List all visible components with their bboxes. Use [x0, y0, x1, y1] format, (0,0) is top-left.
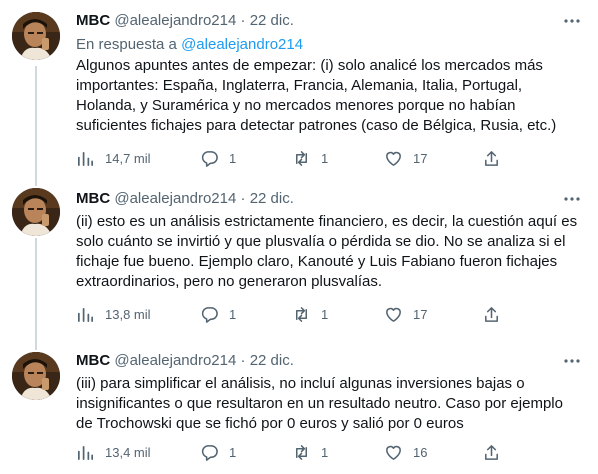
tweet[interactable]: MBC @alealejandro214 · 22 dic. En respue… — [0, 0, 598, 172]
share-button[interactable] — [482, 304, 501, 324]
retweet-count: 1 — [321, 306, 329, 322]
user-handle[interactable]: @alealejandro214 — [114, 352, 236, 369]
reply-count: 1 — [229, 444, 237, 460]
like-button[interactable]: 17 — [384, 304, 427, 324]
like-count: 16 — [413, 444, 428, 460]
tweet-header: MBC @alealejandro214 · 22 dic. — [76, 351, 558, 371]
more-icon[interactable] — [562, 11, 582, 31]
reply-count: 1 — [229, 306, 237, 322]
views-count: 13,8 mil — [105, 306, 151, 322]
reply-icon — [201, 444, 218, 461]
reply-count: 1 — [229, 150, 237, 166]
retweet-count: 1 — [321, 150, 329, 166]
retweet-count: 1 — [321, 444, 329, 460]
retweet-icon — [295, 444, 308, 460]
views-count: 13,4 mil — [105, 444, 151, 460]
user-handle[interactable]: @alealejandro214 — [114, 190, 236, 207]
reply-icon — [201, 306, 218, 323]
retweet-icon — [295, 306, 308, 322]
more-icon[interactable] — [562, 351, 582, 371]
thread-connector — [35, 338, 37, 350]
tweet-text: (ii) esto es un análisis estrictamente f… — [76, 213, 578, 290]
display-name[interactable]: MBC — [76, 12, 110, 29]
tweet-date[interactable]: 22 dic. — [250, 12, 294, 29]
share-icon — [485, 150, 498, 166]
tweet-text: (iii) para simplificar el análisis, no i… — [76, 375, 563, 432]
analytics-icon — [77, 151, 94, 166]
heart-icon — [386, 445, 401, 460]
views-button[interactable]: 14,7 mil — [76, 148, 151, 168]
tweet[interactable]: MBC @alealejandro214 · 22 dic. (ii) esto… — [0, 172, 598, 338]
more-icon[interactable] — [562, 189, 582, 209]
display-name[interactable]: MBC — [76, 190, 110, 207]
reply-button[interactable]: 1 — [200, 148, 236, 168]
like-button[interactable]: 16 — [384, 442, 427, 462]
retweet-icon — [295, 150, 308, 166]
avatar-image — [12, 188, 60, 236]
thread-connector — [35, 238, 37, 338]
views-count: 14,7 mil — [105, 150, 151, 166]
tweet-date[interactable]: 22 dic. — [250, 352, 294, 369]
like-count: 17 — [413, 150, 428, 166]
share-button[interactable] — [482, 442, 501, 462]
share-button[interactable] — [482, 148, 501, 168]
views-button[interactable]: 13,4 mil — [76, 442, 151, 462]
reply-prefix: En respuesta a — [76, 36, 177, 53]
retweet-button[interactable]: 1 — [292, 304, 328, 324]
tweet-actions: 13,8 mil 1 1 17 — [68, 304, 508, 324]
separator-dot: · — [240, 12, 246, 29]
like-count: 17 — [413, 306, 428, 322]
analytics-icon — [77, 307, 94, 322]
share-icon — [485, 306, 498, 322]
retweet-button[interactable]: 1 — [292, 442, 328, 462]
reply-context: En respuesta a @alealejandro214 — [76, 35, 303, 55]
analytics-icon — [77, 445, 94, 460]
like-button[interactable]: 17 — [384, 148, 427, 168]
reply-button[interactable]: 1 — [200, 304, 236, 324]
reply-handle-link[interactable]: @alealejandro214 — [181, 36, 303, 53]
reply-icon — [201, 150, 218, 167]
tweet-actions: 14,7 mil 1 1 17 — [68, 148, 508, 168]
thread-connector — [35, 172, 37, 186]
share-icon — [485, 444, 498, 460]
reply-button[interactable]: 1 — [200, 442, 236, 462]
tweet-header: MBC @alealejandro214 · 22 dic. — [76, 11, 558, 31]
separator-dot: · — [240, 190, 246, 207]
thread-timeline: MBC @alealejandro214 · 22 dic. En respue… — [0, 0, 598, 474]
display-name[interactable]: MBC — [76, 352, 110, 369]
tweet-text: Algunos apuntes antes de empezar: (i) so… — [76, 57, 557, 134]
user-handle[interactable]: @alealejandro214 — [114, 12, 236, 29]
tweet[interactable]: MBC @alealejandro214 · 22 dic. (iii) par… — [0, 338, 598, 474]
tweet-actions: 13,4 mil 1 1 16 — [68, 442, 508, 462]
avatar-image — [12, 12, 60, 60]
avatar[interactable] — [12, 352, 60, 400]
thread-connector — [35, 66, 37, 172]
tweet-date[interactable]: 22 dic. — [250, 190, 294, 207]
views-button[interactable]: 13,8 mil — [76, 304, 151, 324]
retweet-button[interactable]: 1 — [292, 148, 328, 168]
avatar-image — [12, 352, 60, 400]
heart-icon — [386, 151, 401, 166]
avatar[interactable] — [12, 188, 60, 236]
heart-icon — [386, 307, 401, 322]
separator-dot: · — [240, 352, 246, 369]
tweet-header: MBC @alealejandro214 · 22 dic. — [76, 189, 558, 209]
avatar[interactable] — [12, 12, 60, 60]
